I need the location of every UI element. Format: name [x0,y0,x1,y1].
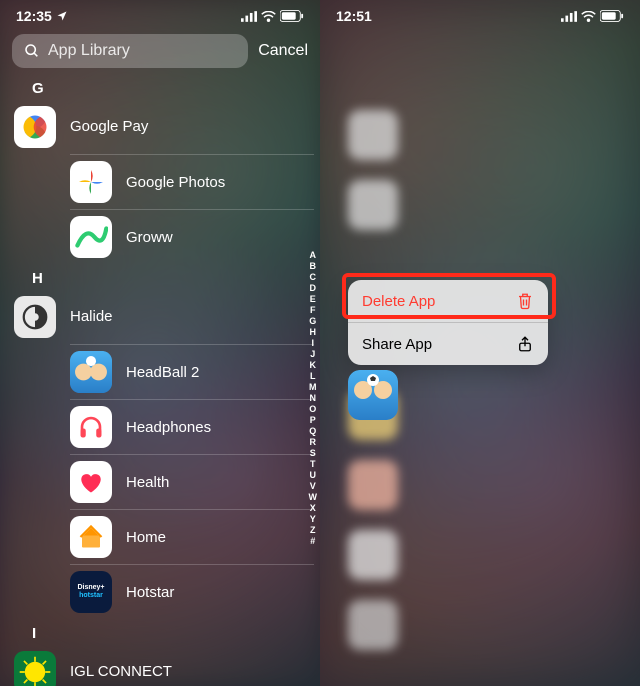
blurred-app-icon [348,600,398,650]
location-icon [56,10,68,22]
app-label: Halide [70,308,113,325]
index-letter[interactable]: # [309,536,318,547]
app-list[interactable]: G Google Pay Google Photos Groww H Halide Head… [0,74,320,686]
index-letter[interactable]: R [309,437,318,448]
context-menu-screen: 12:51 [320,0,640,686]
app-icon [70,351,112,393]
status-time: 12:51 [336,8,372,24]
app-label: Groww [126,229,173,246]
app-row[interactable]: Halide [14,289,314,344]
index-letter[interactable]: O [309,404,318,415]
app-label: Health [126,474,169,491]
index-letter[interactable]: U [309,470,318,481]
cellular-icon [561,11,577,22]
app-icon [70,461,112,503]
status-bar: 12:35 [0,0,320,28]
blurred-app-icon [348,110,398,160]
alphabet-index[interactable]: ABCDEFGHIJKLMNOPQRSTUVWXYZ# [309,250,318,547]
app-icon: Disney+hotstar [70,571,112,613]
section-header: I [14,619,314,644]
section-header: H [14,264,314,289]
index-letter[interactable]: A [309,250,318,261]
index-letter[interactable]: S [309,448,318,459]
index-letter[interactable]: L [309,371,318,382]
search-icon [24,43,40,59]
index-letter[interactable]: C [309,272,318,283]
trash-icon [516,292,534,310]
index-letter[interactable]: I [309,338,318,349]
index-letter[interactable]: X [309,503,318,514]
app-row[interactable]: Disney+hotstar Hotstar [70,564,314,619]
context-menu: Delete App Share App [348,280,548,365]
index-letter[interactable]: M [309,382,318,393]
app-icon [70,516,112,558]
app-label: Home [126,529,166,546]
app-library-screen: 12:35 Ap [0,0,320,686]
wifi-icon [261,11,276,22]
app-icon [70,161,112,203]
battery-icon [280,10,304,22]
app-row[interactable]: Google Photos [70,154,314,209]
index-letter[interactable]: W [309,492,318,503]
menu-label: Delete App [362,293,435,310]
app-row[interactable]: HeadBall 2 [70,344,314,399]
app-label: IGL CONNECT [70,663,172,680]
app-label: Google Pay [70,118,148,135]
index-letter[interactable]: P [309,415,318,426]
index-letter[interactable]: B [309,261,318,272]
target-app-icon[interactable] [348,370,398,420]
app-label: Headphones [126,419,211,436]
share-icon [516,335,534,353]
app-row[interactable]: IGL CONNECT [14,644,314,686]
app-label: Hotstar [126,584,174,601]
index-letter[interactable]: Y [309,514,318,525]
index-letter[interactable]: H [309,327,318,338]
blurred-app-icon [348,180,398,230]
index-letter[interactable]: F [309,305,318,316]
index-letter[interactable]: E [309,294,318,305]
search-placeholder: App Library [48,42,130,60]
section-header: G [14,74,314,99]
cellular-icon [241,11,257,22]
search-input[interactable]: App Library [12,34,248,68]
app-icon [14,296,56,338]
menu-share-app[interactable]: Share App [348,322,548,365]
index-letter[interactable]: Q [309,426,318,437]
blurred-app-icon [348,460,398,510]
status-bar: 12:51 [320,0,640,28]
app-row[interactable]: Groww [70,209,314,264]
status-time: 12:35 [16,8,52,24]
menu-label: Share App [362,336,432,353]
index-letter[interactable]: N [309,393,318,404]
search-row: App Library Cancel [0,28,320,74]
index-letter[interactable]: G [309,316,318,327]
app-row[interactable]: Google Pay [14,99,314,154]
app-row[interactable]: Home [70,509,314,564]
menu-delete-app[interactable]: Delete App [348,280,548,322]
app-icon [14,651,56,686]
index-letter[interactable]: J [309,349,318,360]
index-letter[interactable]: T [309,459,318,470]
index-letter[interactable]: V [309,481,318,492]
app-row[interactable]: Headphones [70,399,314,454]
index-letter[interactable]: K [309,360,318,371]
wifi-icon [581,11,596,22]
app-row[interactable]: Health [70,454,314,509]
index-letter[interactable]: Z [309,525,318,536]
index-letter[interactable]: D [309,283,318,294]
cancel-button[interactable]: Cancel [258,42,308,60]
battery-icon [600,10,624,22]
app-label: HeadBall 2 [126,364,199,381]
blurred-app-icon [348,530,398,580]
app-label: Google Photos [126,174,225,191]
app-icon [70,406,112,448]
app-icon [14,106,56,148]
app-icon [70,216,112,258]
